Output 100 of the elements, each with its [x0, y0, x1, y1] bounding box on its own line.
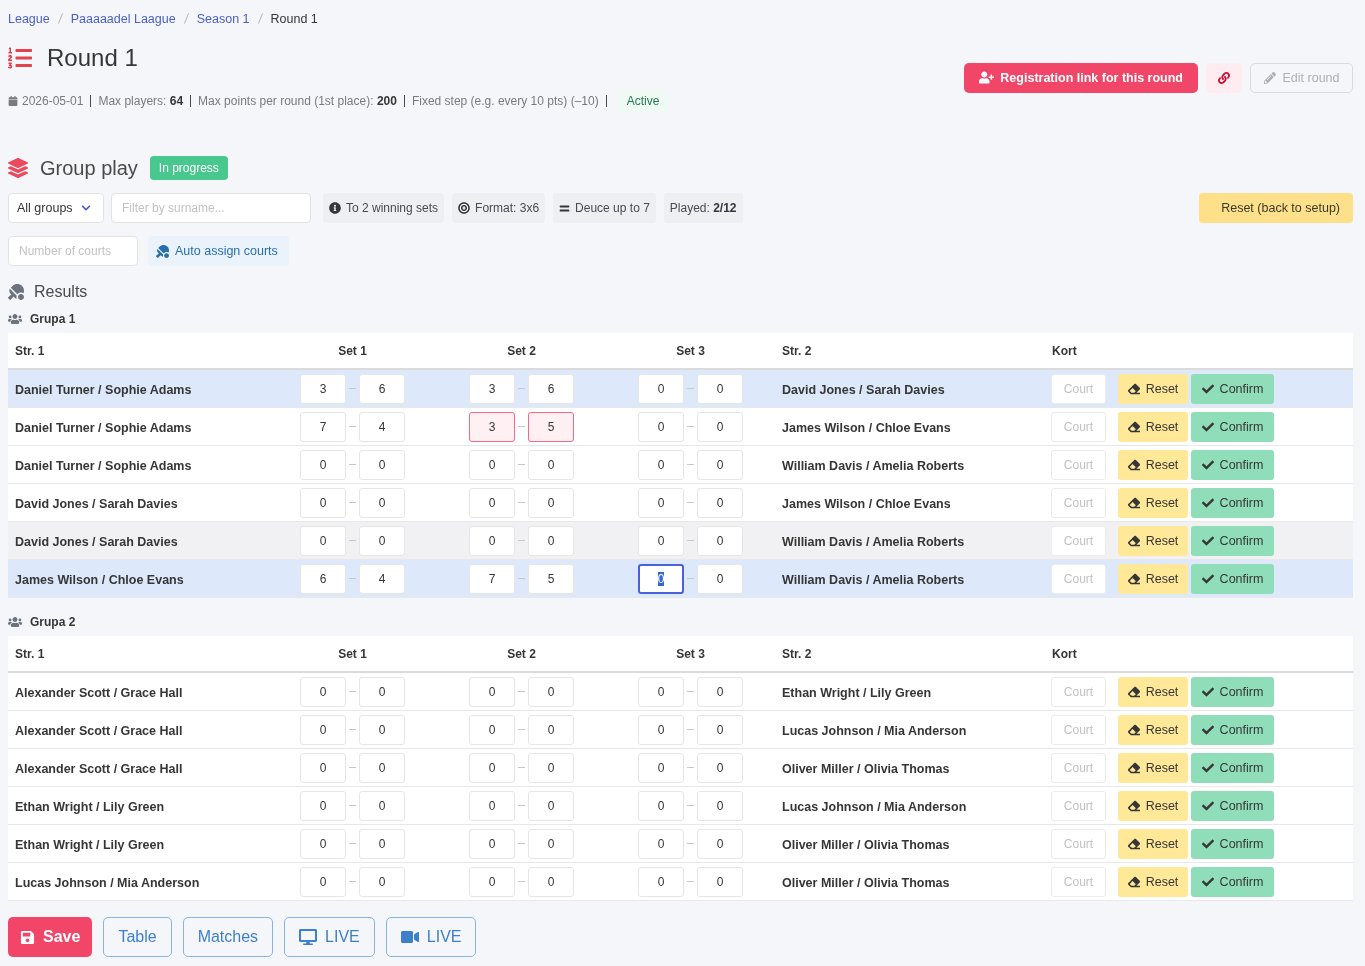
score-field[interactable]: 0: [300, 828, 346, 859]
court-field[interactable]: Court: [1051, 752, 1106, 783]
confirm-button[interactable]: Confirm: [1191, 752, 1274, 783]
score-field[interactable]: 0: [469, 714, 515, 745]
score-field[interactable]: 0: [300, 752, 346, 783]
score-field[interactable]: 5: [528, 411, 574, 442]
score-field[interactable]: 0: [638, 563, 684, 594]
confirm-button[interactable]: Confirm: [1191, 449, 1274, 480]
score-field[interactable]: 0: [359, 449, 405, 480]
score-field[interactable]: 0: [469, 525, 515, 556]
score-field[interactable]: 0: [359, 676, 405, 707]
breadcrumb-link[interactable]: Season 1: [196, 11, 250, 26]
group-select[interactable]: All groups: [8, 193, 104, 223]
breadcrumb-link[interactable]: League: [8, 11, 50, 26]
score-field[interactable]: 0: [638, 449, 684, 480]
confirm-button[interactable]: Confirm: [1191, 563, 1274, 594]
score-field[interactable]: 6: [359, 373, 405, 404]
court-field[interactable]: Court: [1051, 714, 1106, 745]
court-field[interactable]: Court: [1051, 373, 1106, 404]
score-field[interactable]: 0: [469, 828, 515, 859]
score-field[interactable]: 0: [300, 525, 346, 556]
court-field[interactable]: Court: [1051, 449, 1106, 480]
score-field[interactable]: 4: [359, 563, 405, 594]
score-field[interactable]: 0: [300, 676, 346, 707]
confirm-button[interactable]: Confirm: [1191, 828, 1274, 859]
score-field[interactable]: 0: [638, 411, 684, 442]
score-field[interactable]: 7: [469, 563, 515, 594]
score-field[interactable]: 0: [697, 525, 743, 556]
score-field[interactable]: 0: [359, 866, 405, 897]
score-field[interactable]: 0: [638, 828, 684, 859]
reset-button[interactable]: Reset: [1118, 866, 1188, 897]
reset-button[interactable]: Reset: [1118, 373, 1188, 404]
score-field[interactable]: 0: [300, 487, 346, 518]
score-field[interactable]: 0: [528, 866, 574, 897]
score-field[interactable]: 0: [528, 487, 574, 518]
reset-button[interactable]: Reset: [1118, 828, 1188, 859]
score-field[interactable]: 0: [469, 676, 515, 707]
score-field[interactable]: 0: [697, 563, 743, 594]
confirm-button[interactable]: Confirm: [1191, 487, 1274, 518]
score-field[interactable]: 0: [638, 752, 684, 783]
courts-number-field[interactable]: Number of courts: [8, 236, 138, 266]
score-field[interactable]: 0: [697, 487, 743, 518]
score-field[interactable]: 0: [528, 714, 574, 745]
score-field[interactable]: 0: [697, 411, 743, 442]
score-field[interactable]: 0: [300, 449, 346, 480]
nav-button[interactable]: LIVE: [385, 917, 477, 957]
nav-button[interactable]: LIVE: [284, 917, 375, 957]
auto-assign-button[interactable]: Auto assign courts: [148, 236, 289, 266]
score-field[interactable]: 0: [359, 790, 405, 821]
breadcrumb-link[interactable]: Paaaaadel Laague: [70, 11, 176, 26]
court-field[interactable]: Court: [1051, 866, 1106, 897]
score-field[interactable]: 0: [638, 714, 684, 745]
reset-button[interactable]: Reset: [1118, 752, 1188, 783]
score-field[interactable]: 0: [300, 714, 346, 745]
court-field[interactable]: Court: [1051, 411, 1106, 442]
score-field[interactable]: 0: [697, 752, 743, 783]
score-field[interactable]: 0: [638, 790, 684, 821]
score-field[interactable]: 0: [528, 525, 574, 556]
score-field[interactable]: 0: [359, 525, 405, 556]
score-field[interactable]: 0: [528, 828, 574, 859]
score-field[interactable]: 3: [300, 373, 346, 404]
confirm-button[interactable]: Confirm: [1191, 373, 1274, 404]
score-field[interactable]: 7: [300, 411, 346, 442]
reset-button[interactable]: Reset: [1118, 563, 1188, 594]
score-field[interactable]: 0: [300, 866, 346, 897]
save-button[interactable]: Save: [8, 917, 93, 957]
score-field[interactable]: 0: [359, 828, 405, 859]
match-row[interactable]: James Wilson / Chloe Evans 6 4 7 5 0 0 William Davis / Amelia Roberts Court Reset Confirm: [8, 560, 1353, 598]
score-field[interactable]: 0: [638, 866, 684, 897]
score-field[interactable]: 4: [359, 411, 405, 442]
score-field[interactable]: 5: [528, 563, 574, 594]
score-field[interactable]: 0: [469, 449, 515, 480]
score-field[interactable]: 0: [638, 525, 684, 556]
score-field[interactable]: 0: [638, 487, 684, 518]
reset-button[interactable]: Reset: [1118, 525, 1188, 556]
score-field[interactable]: 0: [697, 676, 743, 707]
score-field[interactable]: 0: [528, 449, 574, 480]
court-field[interactable]: Court: [1051, 487, 1106, 518]
court-field[interactable]: Court: [1051, 676, 1106, 707]
confirm-button[interactable]: Confirm: [1191, 790, 1274, 821]
breadcrumb-current[interactable]: Round 1: [270, 11, 318, 26]
score-field[interactable]: 0: [697, 790, 743, 821]
reset-setup-button[interactable]: Reset (back to setup): [1199, 193, 1353, 223]
score-field[interactable]: 0: [528, 752, 574, 783]
score-field[interactable]: 0: [359, 487, 405, 518]
score-field[interactable]: 3: [469, 373, 515, 404]
score-field[interactable]: 0: [697, 449, 743, 480]
confirm-button[interactable]: Confirm: [1191, 866, 1274, 897]
court-field[interactable]: Court: [1051, 525, 1106, 556]
score-field[interactable]: 0: [528, 676, 574, 707]
court-field[interactable]: Court: [1051, 563, 1106, 594]
confirm-button[interactable]: Confirm: [1191, 525, 1274, 556]
score-field[interactable]: 0: [638, 373, 684, 404]
registration-link-button[interactable]: Registration link for this round: [964, 62, 1198, 93]
score-field[interactable]: 0: [469, 790, 515, 821]
reset-button[interactable]: Reset: [1118, 411, 1188, 442]
reset-button[interactable]: Reset: [1118, 487, 1188, 518]
score-field[interactable]: 0: [697, 714, 743, 745]
reset-button[interactable]: Reset: [1118, 449, 1188, 480]
reset-button[interactable]: Reset: [1118, 676, 1188, 707]
